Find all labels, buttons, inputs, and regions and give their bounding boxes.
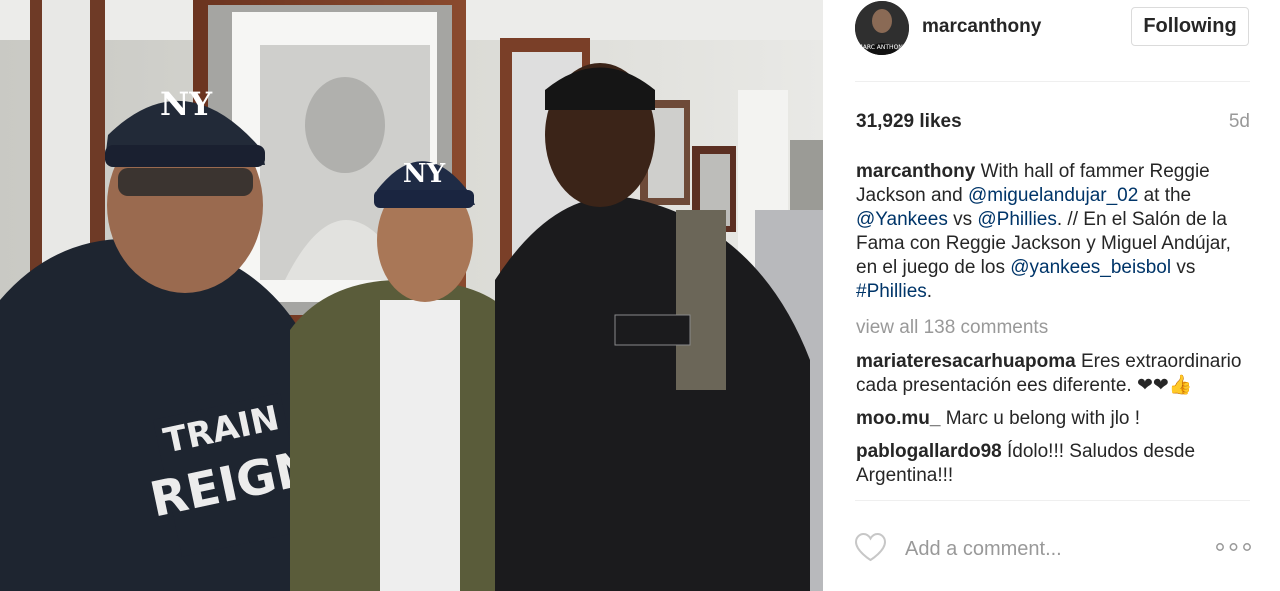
- post-age[interactable]: 5d: [1229, 111, 1250, 133]
- view-all-comments-link[interactable]: view all 138 comments: [856, 317, 1048, 339]
- mention-link[interactable]: @miguelandujar_02: [968, 185, 1138, 206]
- photo-illustration: NY TRAIN REIGN NY: [0, 0, 823, 591]
- caption-text: vs: [947, 209, 978, 230]
- more-options-icon[interactable]: [1216, 539, 1251, 555]
- likes-count[interactable]: 31,929 likes: [856, 111, 962, 133]
- comment-username[interactable]: moo.mu_: [856, 408, 940, 429]
- divider: [855, 500, 1250, 501]
- hashtag-link[interactable]: #Phillies: [856, 281, 927, 302]
- svg-text:NY: NY: [403, 159, 446, 189]
- post-photo[interactable]: NY TRAIN REIGN NY: [0, 0, 823, 591]
- comment-text: Marc u belong with jlo !: [940, 408, 1141, 429]
- avatar-text: MARC ANTHONY: [858, 44, 907, 51]
- comment-item: mariateresacarhuapoma Eres extraordinari…: [856, 350, 1248, 398]
- mention-link[interactable]: @Yankees: [856, 209, 948, 230]
- add-comment-input[interactable]: [903, 532, 1207, 566]
- post-caption: marcanthony With hall of fammer Reggie J…: [856, 160, 1246, 304]
- username-link[interactable]: marcanthony: [922, 16, 1041, 38]
- caption-text: vs: [1171, 257, 1196, 278]
- comment-item: pablogallardo98 Ídolo!!! Saludos desde A…: [856, 440, 1248, 488]
- avatar-image: MARC ANTHONY: [855, 1, 909, 55]
- caption-text: at the: [1138, 185, 1192, 206]
- comment-item: moo.mu_ Marc u belong with jlo !: [856, 407, 1248, 431]
- heart-icon[interactable]: [854, 532, 887, 562]
- following-button[interactable]: Following: [1131, 7, 1249, 46]
- post-header: MARC ANTHONY marcanthony Following: [855, 0, 1250, 82]
- caption-text: .: [926, 281, 933, 302]
- mention-link[interactable]: @yankees_beisbol: [1010, 257, 1171, 278]
- comment-username[interactable]: mariateresacarhuapoma: [856, 351, 1076, 372]
- comments-list[interactable]: mariateresacarhuapoma Eres extraordinari…: [856, 350, 1248, 501]
- svg-text:NY: NY: [160, 85, 213, 123]
- caption-username[interactable]: marcanthony: [856, 161, 975, 182]
- mention-link[interactable]: @Phillies: [977, 209, 1056, 230]
- post-details-panel: MARC ANTHONY marcanthony Following 31,92…: [823, 0, 1280, 591]
- comment-username[interactable]: pablogallardo98: [856, 441, 1002, 462]
- avatar[interactable]: MARC ANTHONY: [855, 1, 909, 55]
